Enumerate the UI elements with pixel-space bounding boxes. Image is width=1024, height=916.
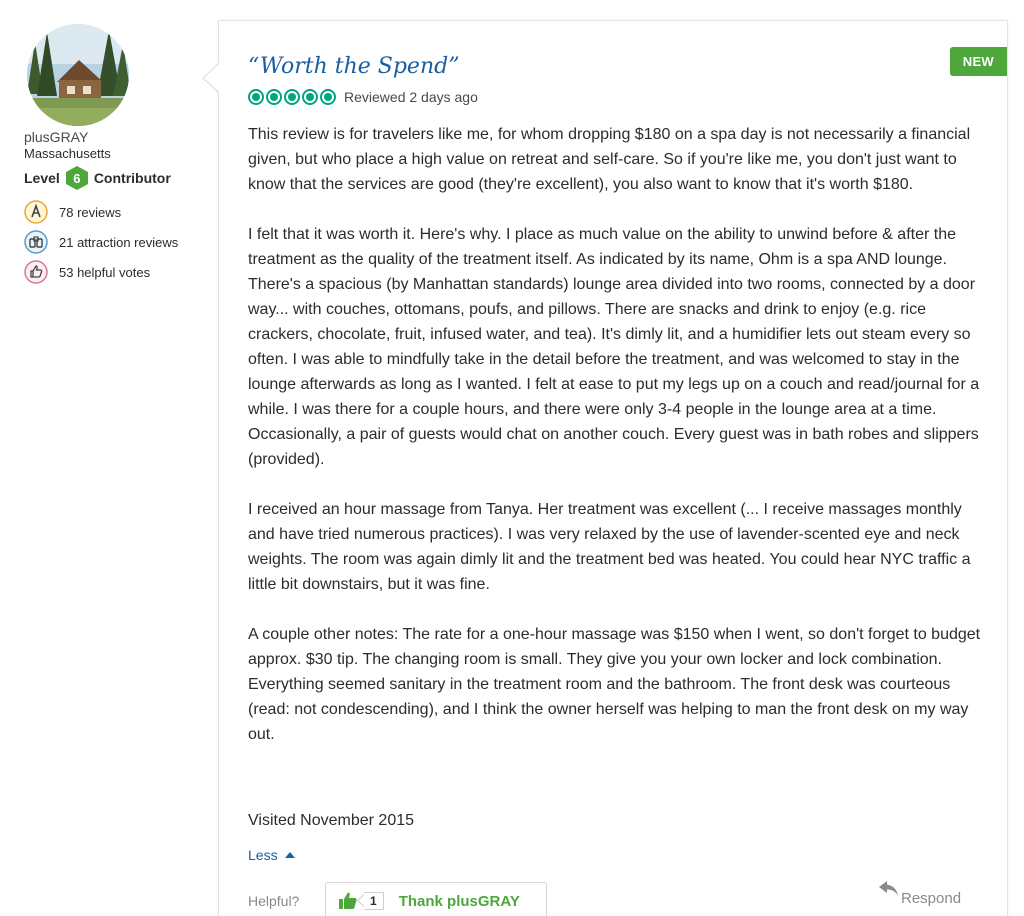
user-location: Massachusetts [24,146,111,161]
thumbs-up-icon [24,260,48,284]
respond-label: Respond [901,890,962,907]
level-prefix: Level [24,170,60,186]
visited-date: Visited November 2015 [248,812,415,829]
review-paragraph: I felt that it was worth it. Here's why.… [248,226,980,468]
bubble-rating [248,89,338,105]
stat-attraction-reviews[interactable]: 21 attraction reviews [24,230,214,254]
contributor-level: Level 6 Contributor [24,166,214,190]
review-paragraph: I received an hour massage from Tanya. H… [248,501,971,593]
helpful-label: Helpful? [248,893,300,909]
rating-bubble-icon [248,89,264,105]
less-toggle[interactable]: Less [248,847,295,863]
rating-row: Reviewed 2 days ago [248,89,478,105]
review-paragraph: This review is for travelers like me, fo… [248,126,971,193]
level-badge-icon: 6 [65,166,88,190]
review-paragraph: A couple other notes: The rate for a one… [248,626,981,743]
thumbs-up-icon [339,892,357,909]
reviews-pencil-icon [24,200,48,224]
stat-reviews[interactable]: 78 reviews [24,200,214,224]
thank-label: Thank plusGRAY [398,892,520,910]
review-card: NEW “Worth the Spend” Reviewed 2 days ag… [218,20,1008,916]
reply-arrow-icon [879,881,898,896]
review-body: This review is for travelers like me, fo… [248,122,988,747]
stat-text: 53 helpful votes [59,264,151,280]
stat-text: 78 reviews [59,204,122,220]
new-badge: NEW [949,47,1007,76]
attraction-binoculars-icon [24,230,48,254]
thank-count: 1 [364,892,384,910]
level-number: 6 [73,170,81,186]
rating-bubble-icon [266,89,282,105]
rating-bubble-icon [320,89,336,105]
rating-bubble-icon [302,89,318,105]
review-date: Reviewed 2 days ago [344,89,478,105]
avatar[interactable] [27,24,129,126]
stat-helpful-votes[interactable]: 53 helpful votes [24,260,214,284]
rating-bubble-icon [284,89,300,105]
respond-link[interactable]: Respond [879,881,961,907]
review-title[interactable]: “Worth the Spend” [248,54,459,79]
stat-text: 21 attraction reviews [59,234,179,250]
reviewer-profile: plusGRAY Massachusetts Level 6 Contribut… [24,24,214,284]
username[interactable]: plusGRAY [24,128,214,146]
thank-button[interactable]: 1 Thank plusGRAY [325,882,547,916]
level-suffix: Contributor [93,170,171,186]
less-label: Less [248,847,278,863]
caret-up-icon [284,852,295,858]
card-pointer-fill [204,63,220,93]
